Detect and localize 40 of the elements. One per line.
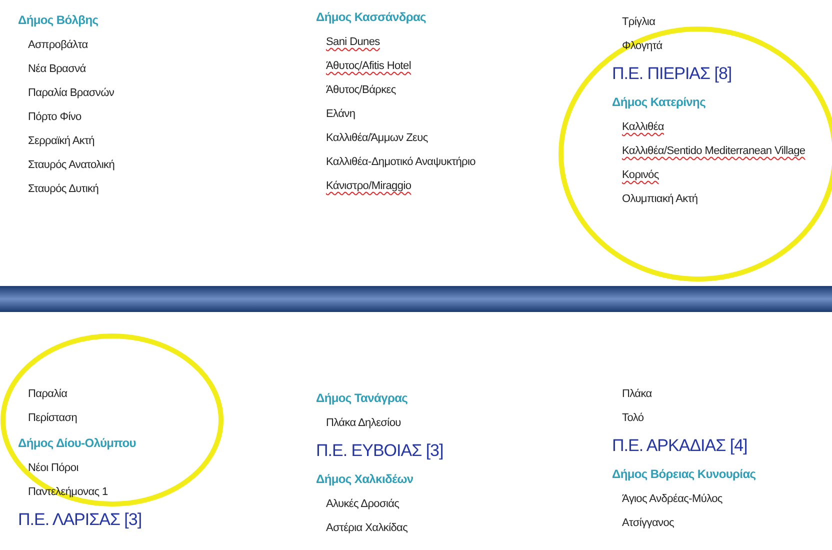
place-name: Αστέρια Χαλκίδας — [326, 521, 408, 536]
place-name: Καλλιθέα/Άμμων Ζευς — [326, 131, 428, 146]
place-name: Κορινός — [622, 168, 659, 183]
place-name: Παραλία — [28, 387, 68, 402]
municipality-heading: Δήμος Δίου-Ολύμπου — [18, 435, 136, 452]
municipality-heading: Δήμος Κασσάνδρας — [316, 9, 426, 26]
place-name: Ατσίγγανος — [622, 516, 674, 531]
region-heading: Π.Ε. ΛΑΡΙΣΑΣ [3] — [18, 509, 142, 531]
place-name: Άθυτος/Βάρκες — [326, 83, 396, 98]
region-heading: Π.Ε. ΕΥΒΟΙΑΣ [3] — [316, 440, 444, 462]
municipality-heading: Δήμος Χαλκιδέων — [316, 471, 414, 488]
municipality-heading: Δήμος Κατερίνης — [612, 94, 706, 111]
place-name: Παραλία Βρασνών — [28, 86, 114, 101]
region-heading: Π.Ε. ΠΙΕΡΙΑΣ [8] — [612, 63, 732, 85]
place-name: Σταυρός Ανατολική — [28, 158, 115, 173]
place-name: Αλυκές Δροσιάς — [326, 497, 400, 512]
municipality-heading: Δήμος Τανάγρας — [316, 390, 408, 407]
region-heading: Π.Ε. ΑΡΚΑΔΙΑΣ [4] — [612, 435, 748, 457]
place-name: Ελάνη — [326, 107, 356, 122]
place-name: Sani Dunes — [326, 35, 380, 50]
place-name: Σταυρός Δυτική — [28, 182, 99, 197]
place-name: Καλλιθέα-Δημοτικό Αναψυκτήριο — [326, 155, 476, 170]
place-name: Ολυμπιακή Ακτή — [622, 192, 698, 207]
place-name: Τρίγλια — [622, 15, 656, 30]
place-name: Πλάκα Δηλεσίου — [326, 416, 401, 431]
place-name: Καλλιθέα/Sentido Mediterranean Village — [622, 144, 806, 159]
place-name: Ασπροβάλτα — [28, 38, 88, 53]
place-name: Περίσταση — [28, 411, 78, 426]
place-name: Πόρτο Φίνο — [28, 110, 82, 125]
place-name: Κάνιστρο/Miraggio — [326, 179, 412, 194]
place-name: Νέοι Πόροι — [28, 461, 78, 476]
place-name: Σερραϊκή Ακτή — [28, 134, 94, 149]
municipality-heading: Δήμος Βόλβης — [18, 12, 98, 29]
place-name: Τολό — [622, 411, 644, 426]
place-name: Νέα Βρασνά — [28, 62, 86, 77]
place-name: Πλάκα — [622, 387, 652, 402]
place-name: Καλλιθέα — [622, 120, 664, 135]
place-name: Άθυτος/Afitis Hotel — [326, 59, 412, 74]
municipality-heading: Δήμος Βόρειας Κυνουρίας — [612, 466, 756, 483]
place-name: Άγιος Ανδρέας-Μύλος — [622, 492, 722, 507]
